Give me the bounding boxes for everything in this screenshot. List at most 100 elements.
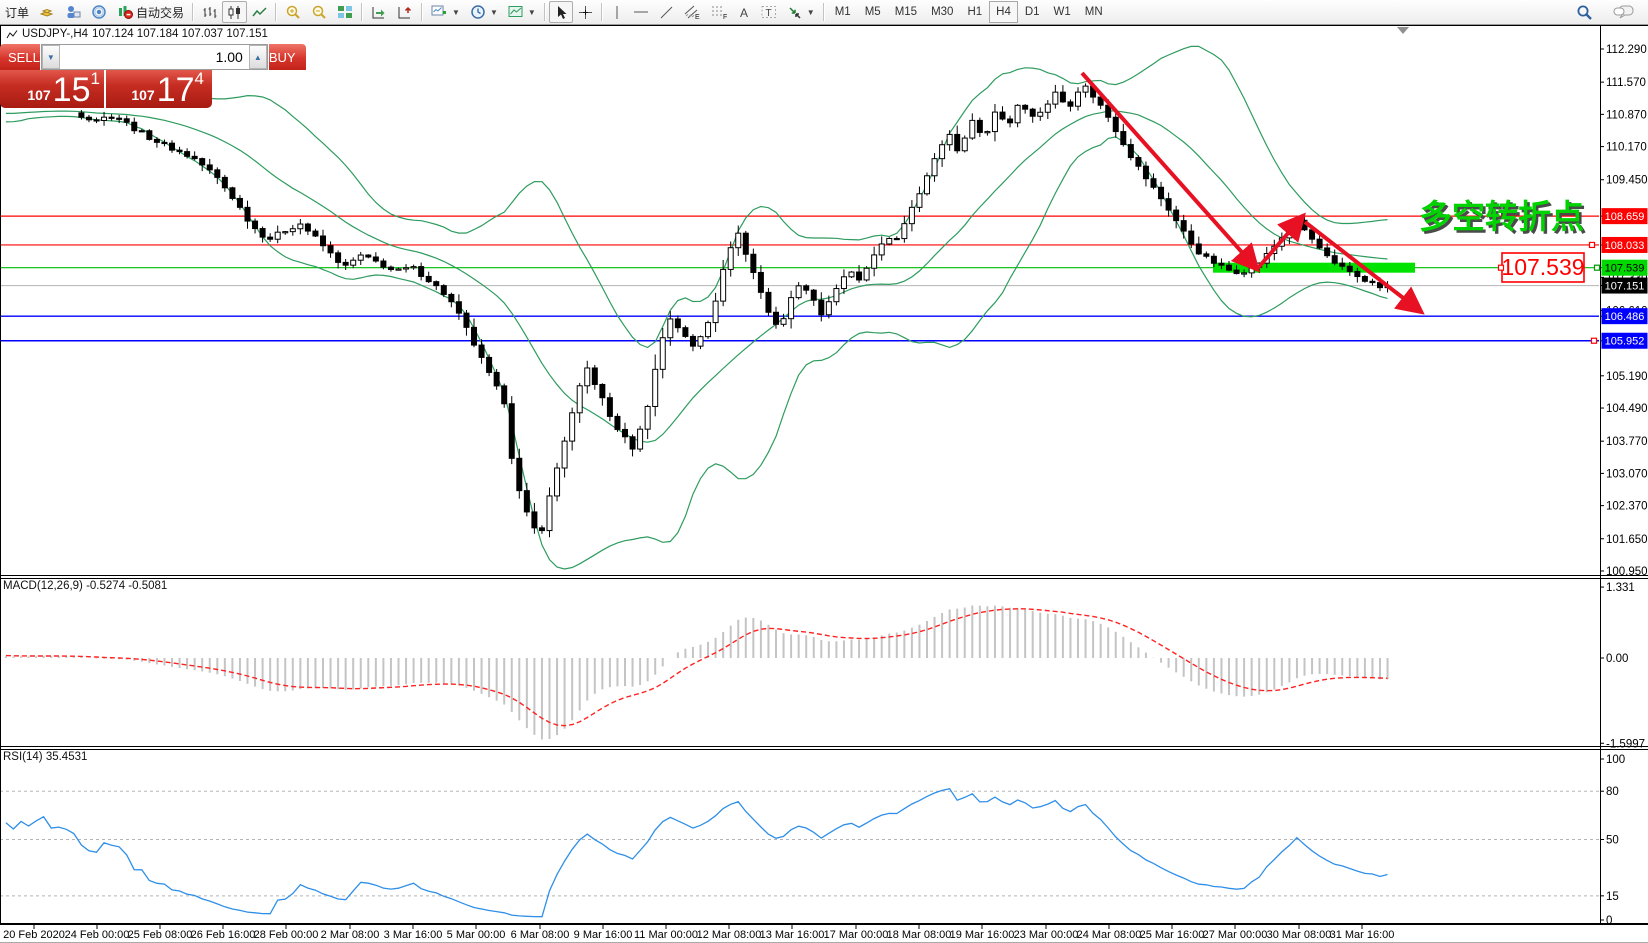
support-zone-rect[interactable] xyxy=(1213,263,1415,273)
time-axis-label: 23 Mar 00:00 xyxy=(1014,929,1079,941)
periods-button[interactable]: ▼ xyxy=(465,1,503,23)
line-handle[interactable] xyxy=(1499,265,1504,270)
new-order-button[interactable]: 订单 xyxy=(0,1,34,23)
arrows-tool[interactable]: ▼ xyxy=(782,1,820,23)
horizontal-lines xyxy=(0,216,1600,341)
time-axis-label: 9 Mar 16:00 xyxy=(574,929,633,941)
bollinger-upper xyxy=(6,46,1388,347)
rsi-axis-label: 80 xyxy=(1606,786,1619,798)
new-chart-icon xyxy=(431,4,448,20)
cursor-tool-button[interactable] xyxy=(549,1,573,23)
timeframe-w1-button[interactable]: W1 xyxy=(1047,1,1078,23)
sell-price-display[interactable]: 107151 xyxy=(0,70,106,108)
line-handle[interactable] xyxy=(1592,338,1597,343)
line-handle[interactable] xyxy=(1595,265,1600,270)
chat-button[interactable] xyxy=(1608,1,1640,23)
autotrading-button[interactable]: 自动交易 xyxy=(112,1,189,23)
chart-shift-marker[interactable] xyxy=(1397,27,1409,34)
rsi-axis-label: 0 xyxy=(1606,915,1612,927)
toolbar-separator xyxy=(361,3,363,21)
timeframe-m5-button[interactable]: M5 xyxy=(858,1,888,23)
annotations: 多空转折点多空转折点107.539 xyxy=(1082,27,1600,343)
timeframe-m15-button[interactable]: M15 xyxy=(888,1,924,23)
text-label-tool[interactable]: T xyxy=(756,1,782,23)
vertical-line-tool[interactable] xyxy=(606,1,628,23)
macd-axis-label: -1.5997 xyxy=(1606,738,1645,750)
horizontal-line-icon xyxy=(633,5,649,19)
chart-shift-icon xyxy=(371,5,387,20)
time-axis-label: 25 Feb 08:00 xyxy=(128,929,193,941)
timeframe-h4-button[interactable]: H4 xyxy=(989,1,1018,23)
trendline-tool[interactable] xyxy=(654,1,679,23)
one-click-trade-panel: SELL ▼ ▲ BUY 107151 107174 xyxy=(0,44,212,108)
fibonacci-icon: F xyxy=(711,4,728,20)
chevron-down-icon: ▼ xyxy=(528,8,536,17)
equidistant-channel-tool[interactable]: E xyxy=(679,1,706,23)
zoom-out-button[interactable] xyxy=(306,1,332,23)
rsi-axis-label: 100 xyxy=(1606,754,1625,766)
candlestick-chart-icon xyxy=(227,5,242,20)
chart-frame xyxy=(0,25,1648,943)
remote-access-button[interactable] xyxy=(60,1,86,23)
sell-button[interactable]: SELL xyxy=(0,44,40,70)
macd-signal-line xyxy=(6,609,1388,726)
trend-arrow[interactable] xyxy=(1082,73,1256,268)
time-axis-label: 5 Mar 00:00 xyxy=(447,929,506,941)
templates-button[interactable]: ▼ xyxy=(503,1,541,23)
ohlc-values: 107.124 107.184 107.037 107.151 xyxy=(92,28,268,40)
time-axis-label: 28 Feb 00:00 xyxy=(254,929,319,941)
time-axis-label: 18 Mar 08:00 xyxy=(887,929,952,941)
text-tool[interactable]: A xyxy=(733,1,756,23)
time-axis-label: 26 Feb 16:00 xyxy=(191,929,256,941)
timeframe-m1-button[interactable]: M1 xyxy=(828,1,858,23)
chevron-down-icon: ▼ xyxy=(807,8,815,17)
volume-decrease-button[interactable]: ▼ xyxy=(42,45,60,69)
line-chart-button[interactable] xyxy=(247,1,272,23)
price-badge-label: 107.151 xyxy=(1605,281,1645,293)
price-axis-label: 102.370 xyxy=(1606,501,1648,513)
search-button[interactable] xyxy=(1571,1,1598,23)
time-axis-label: 31 Mar 16:00 xyxy=(1330,929,1395,941)
fibonacci-tool[interactable]: F xyxy=(706,1,733,23)
bollinger-bands xyxy=(6,46,1388,569)
chevron-down-icon: ▼ xyxy=(490,8,498,17)
signals-button[interactable] xyxy=(86,1,112,23)
chart-symbol-icon xyxy=(6,29,18,40)
tile-windows-button[interactable] xyxy=(332,1,358,23)
timeframe-mn-button[interactable]: MN xyxy=(1078,1,1110,23)
timeframe-m30-button[interactable]: M30 xyxy=(924,1,960,23)
bar-chart-button[interactable] xyxy=(197,1,222,23)
timeframe-h1-button[interactable]: H1 xyxy=(960,1,989,23)
price-axis: 112.290111.570110.870110.170109.450107.3… xyxy=(1600,44,1648,927)
horizontal-line-tool[interactable] xyxy=(628,1,654,23)
price-badge-label: 106.486 xyxy=(1605,311,1645,323)
pivot-annotation-text[interactable]: 多空转折点 xyxy=(1419,198,1584,235)
rsi-pane xyxy=(0,789,1600,917)
auto-scroll-button[interactable] xyxy=(392,1,418,23)
search-icon xyxy=(1576,4,1593,21)
buy-button[interactable]: BUY xyxy=(269,44,306,70)
cursor-icon xyxy=(554,5,568,20)
chart-canvas[interactable]: 多空转折点多空转折点107.539112.290111.570110.87011… xyxy=(0,0,1648,943)
timeframe-d1-button[interactable]: D1 xyxy=(1018,1,1047,23)
time-axis-label: 13 Mar 16:00 xyxy=(760,929,825,941)
volume-input[interactable] xyxy=(60,45,249,69)
crosshair-icon xyxy=(578,5,593,20)
time-axis-label: 24 Feb 00:00 xyxy=(65,929,130,941)
chart-shift-button[interactable] xyxy=(366,1,392,23)
time-axis-label: 19 Mar 16:00 xyxy=(950,929,1015,941)
zoom-in-button[interactable] xyxy=(280,1,306,23)
price-badge-label: 108.033 xyxy=(1605,240,1645,252)
line-handle[interactable] xyxy=(1590,242,1595,247)
svg-text:E: E xyxy=(695,14,700,20)
volume-increase-button[interactable]: ▲ xyxy=(249,45,267,69)
candlestick-chart-button[interactable] xyxy=(222,1,247,23)
crosshair-tool-button[interactable] xyxy=(573,1,598,23)
macd-pane xyxy=(6,606,1388,740)
toolbar-separator xyxy=(192,3,194,21)
new-chart-button[interactable]: ▼ xyxy=(426,1,465,23)
radar-icon xyxy=(91,4,107,20)
gold-icon[interactable] xyxy=(34,1,60,23)
buy-price-display[interactable]: 107174 xyxy=(106,70,212,108)
price-axis-label: 103.070 xyxy=(1606,468,1648,480)
